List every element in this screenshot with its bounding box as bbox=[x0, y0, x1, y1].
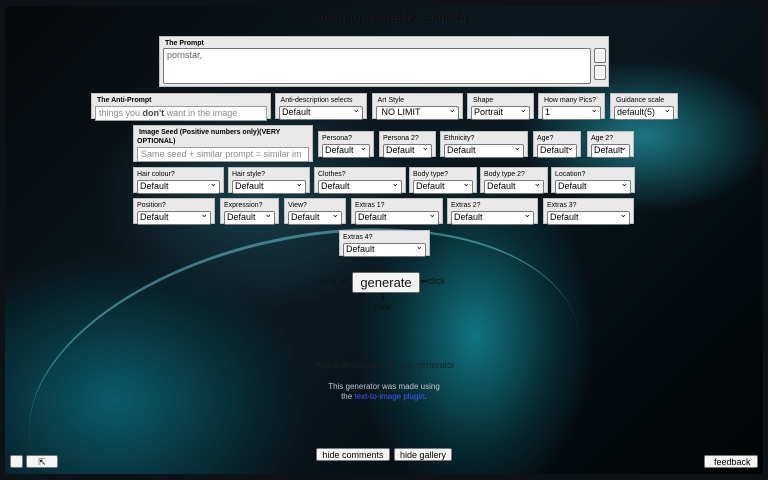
row4-option-4: Extras 2? Default bbox=[447, 198, 538, 225]
row1-option-2: ⁠ Shape Portrait bbox=[467, 93, 534, 120]
option-label: Extras 1? bbox=[355, 202, 385, 209]
option-label: Age 2? bbox=[591, 135, 614, 142]
feedback-button[interactable]: ⁠ feedback bbox=[704, 455, 758, 468]
row2-option-1: Persona 2? Default bbox=[379, 131, 436, 158]
prompt-side-button-2[interactable]: ⁠ bbox=[594, 65, 606, 80]
option-label: ⁠ Guidance scale ⁠ bbox=[614, 97, 667, 104]
option-label: Hair colour? bbox=[137, 171, 175, 178]
option-label: ⁠ Art Style bbox=[376, 97, 405, 104]
row4-option-0: Position? Default bbox=[133, 198, 215, 225]
row1-option-0: ⁠ Anti-description selects Default bbox=[275, 93, 367, 120]
title-prefix: l ⁠ l bbox=[289, 10, 303, 24]
description-text: Add a description for this generator bbox=[314, 360, 456, 370]
option-select[interactable]: Default bbox=[322, 144, 370, 158]
option-label: View? bbox=[288, 202, 307, 209]
option-label: Body type? bbox=[413, 171, 449, 178]
option-select[interactable]: Default bbox=[279, 106, 363, 120]
title-links[interactable]: ⁠ ⁠ ⁠ bbox=[472, 10, 479, 24]
option-select[interactable]: Default bbox=[537, 144, 577, 158]
anti-prompt-input[interactable]: things you don't want in the image bbox=[95, 106, 267, 121]
row2-option-4: Age 2? Default bbox=[587, 131, 634, 158]
hide-comments-button[interactable]: hide comments bbox=[316, 448, 390, 461]
option-select[interactable]: Default bbox=[343, 243, 426, 257]
option-select[interactable]: Default bbox=[451, 211, 534, 225]
option-select[interactable]: Default bbox=[137, 180, 220, 194]
row2-option-0: Persona? Default bbox=[318, 131, 374, 158]
option-select[interactable]: Default bbox=[383, 144, 432, 158]
click-hint-bottom: ⬆ click bbox=[374, 292, 392, 312]
option-select[interactable]: Default bbox=[555, 180, 631, 194]
prompt-side-button-1[interactable]: ⁠ bbox=[594, 48, 606, 63]
row2-option-3: Age? Default bbox=[533, 131, 581, 158]
option-label: Extras 4? bbox=[343, 234, 373, 241]
option-select[interactable]: ⁠ NO LIMIT bbox=[376, 106, 459, 120]
row3-option-0: Hair colour? Default bbox=[133, 167, 224, 194]
row5-option-0: Extras 4? Default bbox=[339, 230, 430, 257]
made-using-text: This generator was made using the text-t… bbox=[328, 382, 440, 401]
option-label: ⁠ Shape bbox=[471, 97, 494, 104]
option-label: Position? bbox=[137, 202, 166, 209]
footer-expand-button[interactable]: ⇱ bbox=[26, 455, 58, 468]
option-label: ⁠ How many Pics? bbox=[542, 97, 597, 104]
plugin-link[interactable]: text-to-image plugin bbox=[354, 392, 424, 401]
option-select[interactable]: Portrait bbox=[471, 106, 530, 120]
option-label: Body type 2? bbox=[484, 171, 525, 178]
generate-area: click ➡ generate ⬅click ⬆ click bbox=[320, 272, 450, 316]
row4-option-1: Expression? Default bbox=[220, 198, 279, 225]
option-select[interactable]: Default bbox=[591, 144, 630, 158]
row3-option-1: Hair style? Default bbox=[228, 167, 310, 194]
option-select[interactable]: 1 bbox=[542, 106, 601, 120]
option-label: Clothes? bbox=[318, 171, 346, 178]
row1-option-1: ⁠ Art Style ⁠ NO LIMIT bbox=[372, 93, 463, 120]
row4-option-5: Extras 3? Default bbox=[543, 198, 634, 225]
prompt-textarea[interactable]: pornstar, bbox=[163, 48, 591, 84]
generate-button[interactable]: generate bbox=[352, 272, 420, 293]
click-hint-left: click ➡ bbox=[320, 276, 348, 286]
footer-left-button-1[interactable]: ⁠ bbox=[10, 455, 23, 468]
seed-input[interactable]: Same seed + similar prompt = similar im bbox=[137, 147, 309, 162]
option-label: Age? bbox=[537, 135, 554, 142]
option-label: Extras 3? bbox=[547, 202, 577, 209]
option-label: Persona 2? bbox=[383, 135, 419, 142]
title-text: Generator extras No Limit AI bbox=[306, 10, 469, 24]
option-label: Extras 2? bbox=[451, 202, 481, 209]
anti-prompt-label: ⁠ The Anti-Prompt ⁠ bbox=[95, 97, 154, 104]
seed-panel: ⁠ Image Seed (Positive numbers only)(VER… bbox=[133, 125, 313, 162]
row2-option-2: Ethnicity? Default bbox=[440, 131, 528, 158]
option-select[interactable]: Default bbox=[224, 211, 275, 225]
row3-option-3: Body type? Default bbox=[409, 167, 477, 194]
row1-option-4: ⁠ Guidance scale ⁠ default(5) bbox=[610, 93, 678, 120]
option-label: Ethnicity? bbox=[444, 135, 475, 142]
option-label: Location? bbox=[555, 171, 586, 178]
prompt-label: ⁠ The Prompt ⁠ bbox=[163, 40, 206, 47]
option-label: Expression? bbox=[224, 202, 263, 209]
hide-gallery-button[interactable]: hide gallery bbox=[394, 448, 452, 461]
row3-option-4: Body type 2? Default bbox=[480, 167, 548, 194]
option-select[interactable]: Default bbox=[318, 180, 402, 194]
option-select[interactable]: Default bbox=[484, 180, 544, 194]
anti-prompt-panel: ⁠ The Anti-Prompt ⁠ things you don't wan… bbox=[91, 93, 271, 121]
option-select[interactable]: Default bbox=[444, 144, 524, 158]
click-hint-right: ⬅click bbox=[420, 276, 446, 286]
page-title: l ⁠ l Generator extras No Limit AI ⁠ ⁠ ⁠ bbox=[0, 10, 768, 24]
prompt-panel: ⁠ The Prompt ⁠ pornstar, ⁠ ⁠ bbox=[159, 36, 609, 87]
row3-option-2: Clothes? Default bbox=[314, 167, 406, 194]
option-select[interactable]: Default bbox=[137, 211, 211, 225]
option-select[interactable]: Default bbox=[232, 180, 306, 194]
option-select[interactable]: Default bbox=[288, 211, 342, 225]
option-label: Persona? bbox=[322, 135, 352, 142]
row4-option-3: Extras 1? Default bbox=[351, 198, 443, 225]
row4-option-2: View? Default bbox=[284, 198, 346, 225]
row3-option-5: Location? Default bbox=[551, 167, 635, 194]
option-label: Hair style? bbox=[232, 171, 266, 178]
option-select[interactable]: Default bbox=[413, 180, 473, 194]
row1-option-3: ⁠ How many Pics? 1 bbox=[538, 93, 605, 120]
option-select[interactable]: default(5) bbox=[614, 106, 674, 120]
seed-label: ⁠ Image Seed (Positive numbers only)(VER… bbox=[137, 129, 281, 145]
option-select[interactable]: Default bbox=[355, 211, 439, 225]
option-label: ⁠ Anti-description selects bbox=[279, 97, 353, 104]
option-select[interactable]: Default bbox=[547, 211, 630, 225]
